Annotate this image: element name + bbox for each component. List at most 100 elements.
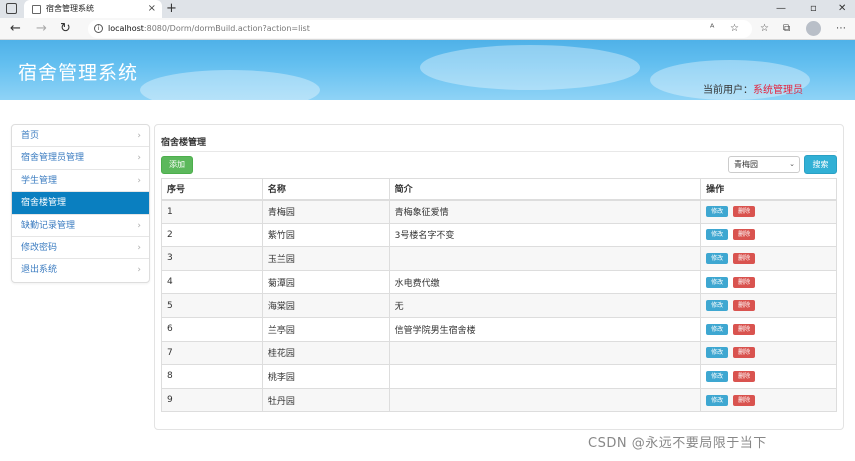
chevron-down-icon: ⌄	[789, 160, 795, 168]
back-button[interactable]: ←	[10, 21, 21, 36]
watermark-text: CSDN @永远不要局限于当下	[588, 436, 767, 451]
sidebar-item-dorm-managers[interactable]: 宿舍管理员管理 ›	[12, 147, 149, 170]
cell-actions: 修改 删除	[700, 316, 837, 342]
delete-button[interactable]: 删除	[733, 229, 756, 241]
building-filter-select[interactable]: 青梅园 ⌄	[728, 156, 800, 173]
edit-button[interactable]: 修改	[706, 252, 729, 264]
cell-name: 桂花园	[261, 340, 390, 366]
more-menu-icon[interactable]: ⋯	[836, 22, 846, 36]
add-favorite-icon[interactable]: ☆	[730, 22, 739, 36]
minimize-button[interactable]: —	[776, 0, 786, 17]
cell-actions: 修改 删除	[700, 387, 837, 413]
profile-avatar[interactable]	[806, 21, 821, 36]
favorites-icon[interactable]: ☆	[760, 22, 769, 36]
sidebar-item-change-password[interactable]: 修改密码 ›	[12, 237, 149, 260]
system-title: 宿舍管理系统	[18, 62, 139, 84]
cell-description	[388, 340, 702, 366]
add-button[interactable]: 添加	[161, 156, 193, 174]
panel-title: 宿舍楼管理	[161, 138, 207, 148]
sidebar-item-label: 学生管理	[21, 175, 58, 186]
maximize-button[interactable]: ▫	[810, 0, 817, 17]
current-user-name: 系统管理员	[753, 85, 803, 96]
sidebar-item-label: 首页	[21, 131, 40, 141]
table-row: 1 青梅园 青梅象征爱情 修改 删除	[161, 199, 837, 224]
delete-button[interactable]: 删除	[733, 206, 756, 218]
main-panel: 宿舍楼管理 添加 青梅园 ⌄ 搜索 序号 名称 简介 操作 1 青梅园 青梅象征爱情…	[154, 124, 844, 430]
sidebar-item-logout[interactable]: 退出系统 ›	[12, 259, 149, 281]
sidebar-item-students[interactable]: 学生管理 ›	[12, 170, 149, 193]
table-header-row: 序号 名称 简介 操作	[161, 178, 837, 201]
delete-button[interactable]: 删除	[733, 276, 756, 288]
search-button[interactable]: 搜索	[804, 155, 837, 174]
browser-tab-bar: 宿舍管理系统 × + — ▫ ✕	[0, 0, 855, 18]
read-aloud-icon[interactable]: ᴬ	[710, 22, 714, 36]
delete-button[interactable]: 删除	[733, 300, 756, 312]
delete-button[interactable]: 删除	[733, 347, 756, 359]
cell-actions: 修改 删除	[700, 340, 837, 366]
chevron-right-icon: ›	[137, 220, 141, 231]
edit-button[interactable]: 修改	[706, 229, 729, 241]
sidebar-item-home[interactable]: 首页 ›	[12, 125, 149, 148]
edit-button[interactable]: 修改	[706, 394, 729, 406]
cell-description: 无	[388, 293, 702, 318]
cell-index: 2	[161, 222, 263, 248]
address-bar-row: ← → ↻ i localhost:8080/Dorm/dormBuild.ac…	[0, 18, 855, 40]
tab-actions-icon[interactable]	[6, 3, 17, 14]
cell-name: 玉兰园	[261, 246, 390, 271]
new-tab-button[interactable]: +	[166, 0, 177, 17]
tab-title: 宿舍管理系统	[46, 4, 94, 13]
cell-description	[388, 364, 702, 389]
page-header: 宿舍管理系统 当前用户： 系统管理员	[0, 40, 855, 100]
cell-index: 8	[161, 364, 263, 389]
sidebar-item-absence-records[interactable]: 缺勤记录管理 ›	[12, 215, 149, 237]
close-window-button[interactable]: ✕	[838, 0, 846, 17]
sidebar-item-label: 退出系统	[21, 265, 58, 276]
delete-button[interactable]: 删除	[733, 252, 756, 264]
cell-name: 海棠园	[261, 293, 390, 318]
cell-actions: 修改 删除	[700, 246, 837, 271]
delete-button[interactable]: 删除	[733, 323, 756, 335]
sidebar-nav: 首页 › 宿舍管理员管理 › 学生管理 › 宿舍楼管理 缺勤记录管理 › 修改密…	[11, 124, 150, 283]
cell-name: 牡丹园	[261, 387, 390, 413]
site-info-icon[interactable]: i	[94, 24, 103, 33]
edit-button[interactable]: 修改	[706, 276, 729, 288]
column-header-index: 序号	[161, 178, 263, 201]
forward-button[interactable]: →	[36, 21, 47, 36]
edit-button[interactable]: 修改	[706, 370, 729, 382]
reload-button[interactable]: ↻	[60, 21, 71, 36]
edit-button[interactable]: 修改	[706, 300, 729, 312]
cell-index: 5	[161, 293, 263, 318]
sidebar-item-dorm-buildings[interactable]: 宿舍楼管理	[12, 192, 149, 215]
table-row: 8 桃李园 修改 删除	[161, 364, 837, 389]
chevron-right-icon: ›	[137, 175, 141, 186]
url-host: localhost	[108, 24, 144, 33]
cell-description: 水电费代缴	[388, 269, 702, 295]
column-header-description: 简介	[388, 178, 702, 201]
cell-name: 桃李园	[261, 364, 390, 389]
browser-tab[interactable]: 宿舍管理系统 ×	[24, 0, 162, 18]
cell-description: 信管学院男生宿舍楼	[388, 316, 702, 342]
edit-button[interactable]: 修改	[706, 347, 729, 359]
url-field[interactable]: i localhost:8080/Dorm/dormBuild.action?a…	[88, 20, 752, 38]
cell-description: 青梅象征爱情	[388, 199, 702, 224]
panel-divider	[161, 151, 837, 152]
cell-index: 9	[161, 387, 263, 413]
chevron-right-icon: ›	[137, 131, 141, 141]
edit-button[interactable]: 修改	[706, 206, 729, 218]
cell-name: 菊潭园	[261, 269, 390, 295]
tab-close-icon[interactable]: ×	[148, 0, 156, 18]
table-row: 2 紫竹园 3号楼名字不变 修改 删除	[161, 222, 837, 248]
table-row: 5 海棠园无修改 删除	[161, 293, 837, 318]
edit-button[interactable]: 修改	[706, 323, 729, 335]
current-user-label: 当前用户：	[703, 85, 753, 96]
cell-index: 4	[161, 269, 263, 295]
cell-actions: 修改 删除	[700, 364, 837, 389]
delete-button[interactable]: 删除	[733, 394, 756, 406]
cell-actions: 修改 删除	[700, 222, 837, 248]
column-header-actions: 操作	[700, 178, 837, 201]
delete-button[interactable]: 删除	[733, 370, 756, 382]
dorm-building-table: 序号 名称 简介 操作 1 青梅园 青梅象征爱情 修改 删除 2 紫竹园 3号楼名字不变 修改删…	[161, 178, 837, 413]
chevron-right-icon: ›	[137, 242, 141, 253]
collections-icon[interactable]: ⧉	[783, 22, 790, 36]
cell-name: 青梅园	[261, 199, 390, 224]
